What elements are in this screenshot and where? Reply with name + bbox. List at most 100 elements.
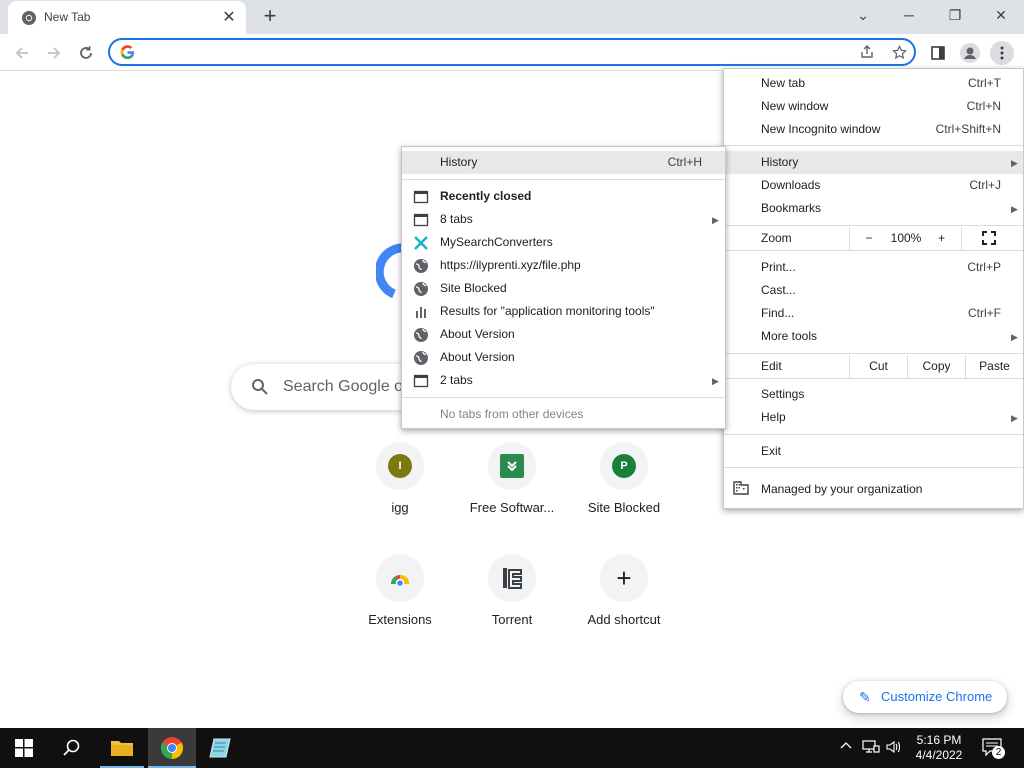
shortcut-label: Torrent: [491, 612, 533, 627]
chrome-taskbar-button[interactable]: [148, 728, 196, 768]
menu-label: More tools: [761, 329, 818, 343]
search-icon: [63, 739, 80, 756]
tab-new-tab[interactable]: New Tab ✕: [8, 1, 246, 34]
menu-label: About Version: [440, 350, 515, 364]
menu-shortcut: Ctrl+F: [968, 306, 1001, 320]
start-button[interactable]: [0, 728, 48, 768]
menu-print[interactable]: Print... Ctrl+P: [761, 256, 1001, 279]
bookmark-star-icon[interactable]: [890, 44, 908, 63]
menu-label: No tabs from other devices: [440, 407, 584, 421]
kebab-menu-icon: [1000, 46, 1004, 60]
menu-settings[interactable]: Settings: [761, 383, 1001, 406]
history-item-ilyprenti[interactable]: https://ilyprenti.xyz/file.php: [440, 254, 702, 277]
menu-downloads[interactable]: Downloads Ctrl+J: [761, 174, 1001, 197]
history-submenu: History Ctrl+H Recently closed 8 tabs ▶ …: [401, 146, 726, 429]
restore-button[interactable]: ❐: [940, 4, 970, 26]
ntp-search-box[interactable]: Search Google o: [231, 364, 406, 410]
minimize-button[interactable]: ─: [894, 4, 924, 26]
forward-button[interactable]: [42, 41, 66, 65]
menu-label: New window: [761, 99, 829, 113]
submenu-arrow-icon: ▶: [1011, 204, 1018, 214]
menu-edit-label: Edit: [761, 355, 841, 378]
shortcut-extensions[interactable]: Extensions: [344, 554, 456, 666]
folder-icon: [111, 741, 133, 756]
cut-button[interactable]: Cut: [850, 355, 907, 378]
customize-chrome-button[interactable]: ✎ Customize Chrome: [843, 681, 1007, 713]
shortcut-add[interactable]: + Add shortcut: [568, 554, 680, 666]
menu-history[interactable]: History: [761, 151, 1001, 174]
chrome-menu-button[interactable]: [990, 41, 1014, 65]
app-taskbar-button[interactable]: [198, 728, 244, 768]
back-button[interactable]: [10, 41, 34, 65]
new-tab-button[interactable]: +: [257, 4, 283, 30]
omnibox-input[interactable]: [144, 42, 844, 62]
shortcut-label: Free Softwar...: [469, 500, 555, 515]
history-item-8-tabs[interactable]: 8 tabs: [440, 208, 702, 231]
shortcut-igg[interactable]: I igg: [344, 442, 456, 554]
globe-icon: [414, 259, 428, 273]
paste-button[interactable]: Paste: [966, 355, 1023, 378]
menu-label: Zoom: [761, 231, 792, 245]
file-explorer-taskbar-button[interactable]: [100, 728, 144, 768]
menu-separator: [402, 397, 725, 398]
menu-new-window[interactable]: New window Ctrl+N: [761, 95, 1001, 118]
shortcut-free-software[interactable]: Free Softwar...: [456, 442, 568, 554]
globe-icon: [414, 351, 428, 365]
menu-cast[interactable]: Cast...: [761, 279, 1001, 302]
history-item-about-version[interactable]: About Version: [440, 346, 702, 369]
menu-new-incognito-window[interactable]: New Incognito window Ctrl+Shift+N: [761, 118, 1001, 141]
menu-shortcut: Ctrl+H: [667, 155, 702, 169]
menu-label: Settings: [761, 387, 805, 401]
menu-bookmarks[interactable]: Bookmarks: [761, 197, 1001, 220]
clock[interactable]: 5:16 PM 4/4/2022: [910, 733, 968, 763]
menu-help[interactable]: Help: [761, 406, 1001, 429]
menu-label: Exit: [761, 444, 782, 458]
history-item-about-version[interactable]: About Version: [440, 323, 702, 346]
history-item-2-tabs[interactable]: 2 tabs: [440, 369, 702, 392]
menu-more-tools[interactable]: More tools: [761, 325, 1001, 348]
history-item-results[interactable]: Results for "application monitoring tool…: [440, 300, 702, 323]
tray-chevron-icon[interactable]: [840, 740, 852, 755]
share-icon[interactable]: [858, 45, 876, 63]
menu-new-tab[interactable]: New tab Ctrl+T: [761, 72, 1001, 95]
fullscreen-icon[interactable]: [982, 231, 998, 247]
menu-label: History: [440, 155, 478, 169]
menu-find[interactable]: Find... Ctrl+F: [761, 302, 1001, 325]
taskbar-search-button[interactable]: [48, 728, 96, 768]
notification-count-badge: 2: [992, 746, 1005, 759]
zoom-divider: [961, 227, 962, 250]
chrome-icon: [160, 737, 183, 759]
toolbar: [0, 34, 1024, 71]
omnibox[interactable]: [108, 38, 916, 66]
shortcut-torrent[interactable]: Torrent: [456, 554, 568, 666]
window-close-button[interactable]: ✕: [986, 4, 1016, 26]
menu-exit[interactable]: Exit: [761, 440, 1001, 463]
tab-search-icon[interactable]: ⌄: [848, 4, 878, 26]
globe-icon: [414, 282, 428, 296]
pencil-icon: ✎: [859, 689, 871, 705]
menu-label: Find...: [761, 306, 795, 320]
copy-button[interactable]: Copy: [908, 355, 965, 378]
zoom-out-button[interactable]: −: [850, 227, 888, 250]
network-icon[interactable]: [862, 740, 880, 757]
side-panel-icon[interactable]: [926, 41, 950, 65]
shortcut-label: Extensions: [368, 612, 432, 627]
notification-center-icon[interactable]: 2: [982, 738, 1006, 759]
zoom-in-button[interactable]: +: [924, 227, 959, 250]
shortcut-icon-bg: [376, 554, 424, 602]
history-item-site-blocked[interactable]: Site Blocked: [440, 277, 702, 300]
history-item-history[interactable]: History Ctrl+H: [440, 151, 702, 174]
history-item-mysearchconverters[interactable]: MySearchConverters: [440, 231, 702, 254]
tab-close-icon[interactable]: ✕: [220, 9, 238, 27]
menu-label: Help: [761, 410, 786, 424]
menu-separator: [724, 225, 1023, 226]
menu-managed[interactable]: Managed by your organization: [761, 478, 1001, 501]
reload-button[interactable]: [74, 41, 98, 65]
windows-taskbar: 5:16 PM 4/4/2022 2: [0, 728, 1024, 768]
volume-icon[interactable]: [886, 740, 902, 757]
menu-label: Cast...: [761, 283, 796, 297]
submenu-arrow-icon: ▶: [1011, 413, 1018, 423]
profile-avatar-icon[interactable]: [958, 41, 982, 65]
shortcut-site-blocked[interactable]: P Site Blocked: [568, 442, 680, 554]
tab-strip: New Tab ✕ + ⌄ ─ ❐ ✕: [0, 0, 1024, 34]
